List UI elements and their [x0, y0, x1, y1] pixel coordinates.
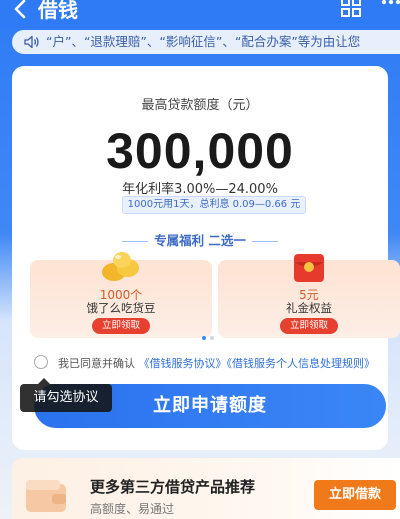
claim-button[interactable]: 立即领取	[280, 318, 338, 334]
promo-subtitle: 高额度、易通过	[90, 502, 175, 516]
benefit-card-gift[interactable]: 5元 礼金权益 立即领取	[218, 254, 400, 338]
benefit-desc: 饿了么吃货豆	[86, 301, 156, 315]
agreement-tooltip: 请勾选协议	[20, 384, 112, 412]
privacy-rules-link[interactable]: 《借钱服务个人信息处理规则》	[227, 357, 376, 370]
page-title: 借钱	[38, 0, 78, 22]
annual-rate: 年化利率3.00%—24.00%	[122, 182, 278, 197]
limit-label: 最高贷款额度（元）	[141, 98, 259, 113]
benefit-card-beans[interactable]: 1000个 饿了么吃货豆 立即领取	[30, 252, 212, 338]
claim-button[interactable]: 立即领取	[92, 318, 150, 334]
agreement-checkbox[interactable]	[34, 355, 48, 369]
notice-text: “户”、“退款理赔”、“影响征信”、“配合办案”等为由让您	[46, 34, 361, 49]
beans-icon	[102, 252, 139, 281]
divider-line	[251, 241, 278, 242]
promo-title: 更多第三方借贷产品推荐	[90, 478, 256, 496]
borrow-now-button[interactable]: 立即借款	[314, 480, 396, 510]
agreement-text: 我已同意并确认 《借钱服务协议》《借钱服务个人信息处理规则》	[58, 355, 375, 371]
wallet-icon	[26, 480, 66, 512]
speaker-icon	[24, 35, 39, 49]
notice-bar[interactable]: “户”、“退款理赔”、“影响征信”、“配合办案”等为由让您	[12, 30, 400, 54]
agreement-prefix: 我已同意并确认	[58, 357, 135, 370]
interest-note: 1000元用1天，总利息 0.09—0.66 元	[122, 196, 306, 214]
red-packet-icon	[294, 254, 324, 282]
carousel-dot	[210, 336, 214, 340]
carousel-dot-active	[202, 336, 206, 340]
agreement-row: 我已同意并确认 《借钱服务协议》《借钱服务个人信息处理规则》	[34, 354, 394, 372]
service-agreement-link[interactable]: 《借钱服务协议》	[139, 357, 227, 370]
more-icon[interactable]	[380, 0, 400, 8]
back-icon[interactable]	[10, 0, 32, 20]
benefit-title: 专属福利 二选一	[12, 230, 388, 249]
carousel-dots	[202, 336, 222, 340]
scan-icon[interactable]	[340, 0, 362, 18]
promo-card[interactable]: 更多第三方借贷产品推荐 高额度、易通过 立即借款	[12, 458, 400, 519]
header-bar: 借钱	[0, 0, 400, 28]
divider-line	[122, 241, 149, 242]
benefit-title-text: 专属福利 二选一	[154, 233, 246, 248]
loan-amount: 300,000	[106, 123, 294, 179]
benefit-desc: 礼金权益	[286, 301, 332, 315]
